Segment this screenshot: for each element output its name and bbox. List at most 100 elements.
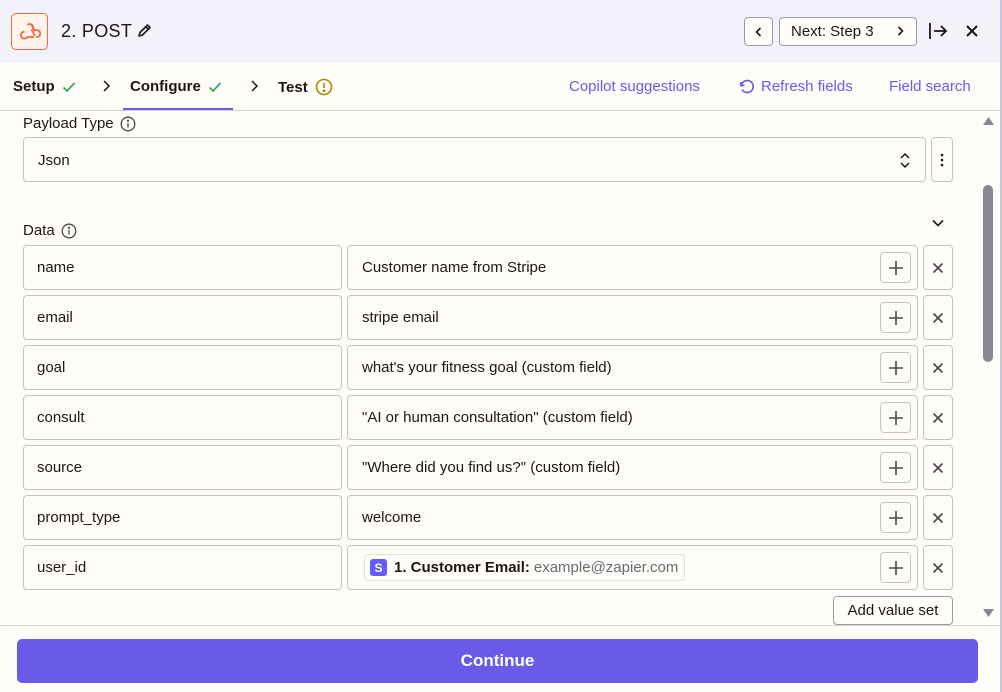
insert-data-button[interactable] — [880, 302, 911, 333]
data-label: Data — [23, 222, 77, 239]
data-key-field[interactable]: source — [23, 445, 342, 490]
payload-type-options-button[interactable] — [931, 137, 953, 182]
remove-row-button[interactable] — [923, 345, 953, 390]
data-value-field[interactable]: welcome — [347, 495, 918, 540]
chevron-right-icon — [251, 80, 259, 92]
data-value-text: stripe email — [362, 309, 439, 326]
continue-button[interactable]: Continue — [17, 639, 978, 683]
checkmark-icon — [62, 81, 75, 92]
collapse-panel-icon[interactable] — [928, 20, 948, 47]
insert-data-button[interactable] — [880, 552, 911, 583]
payload-type-label: Payload Type — [23, 115, 136, 132]
scroll-down-arrow-icon[interactable] — [982, 608, 995, 618]
step-header: 2. POST Next: Step 3 — [0, 0, 1002, 63]
plus-icon — [888, 410, 903, 425]
data-key-field[interactable]: name — [23, 245, 342, 290]
info-icon[interactable] — [120, 116, 136, 132]
add-value-set-label: Add value set — [847, 602, 939, 619]
insert-data-button[interactable] — [880, 352, 911, 383]
insert-data-button[interactable] — [880, 252, 911, 283]
mapped-field-pill[interactable]: S 1. Customer Email: example@zapier.com — [364, 554, 686, 581]
data-value-field[interactable]: S 1. Customer Email: example@zapier.com — [347, 545, 918, 590]
data-key-field[interactable]: consult — [23, 395, 342, 440]
insert-data-button[interactable] — [880, 452, 911, 483]
pencil-icon[interactable] — [136, 23, 152, 44]
scroll-up-arrow-icon[interactable] — [982, 116, 995, 126]
scrollbar-thumb[interactable] — [983, 185, 993, 362]
mapped-field-label: 1. Customer Email: — [394, 559, 530, 576]
close-icon — [932, 462, 944, 473]
data-value-field[interactable]: stripe email — [347, 295, 918, 340]
close-icon — [932, 562, 944, 573]
chevron-right-icon — [103, 80, 111, 92]
data-key-field[interactable]: user_id — [23, 545, 342, 590]
data-key-field[interactable]: prompt_type — [23, 495, 342, 540]
remove-row-button[interactable] — [923, 545, 953, 590]
remove-row-button[interactable] — [923, 395, 953, 440]
tab-test[interactable]: Test — [278, 78, 333, 96]
data-key-text: goal — [37, 359, 66, 376]
next-step-button[interactable]: Next: Step 3 — [779, 17, 917, 46]
payload-type-select[interactable]: Json — [23, 137, 926, 182]
refresh-icon — [740, 79, 755, 94]
add-value-set-button[interactable]: Add value set — [833, 596, 953, 625]
checkmark-icon — [208, 81, 221, 92]
step-title: 2. POST — [61, 21, 133, 41]
close-icon — [932, 412, 944, 423]
remove-row-button[interactable] — [923, 295, 953, 340]
previous-step-button[interactable] — [744, 17, 773, 46]
field-search-link[interactable]: Field search — [889, 78, 971, 95]
insert-data-button[interactable] — [880, 502, 911, 533]
plus-icon — [888, 460, 903, 475]
scrollbar[interactable] — [978, 111, 1000, 625]
insert-data-button[interactable] — [880, 402, 911, 433]
chevron-left-icon — [754, 26, 761, 37]
refresh-fields-button[interactable]: Refresh fields — [738, 78, 853, 95]
tab-setup-label: Setup — [13, 78, 55, 95]
data-value-field[interactable]: what's your fitness goal (custom field) — [347, 345, 918, 390]
info-icon[interactable] — [61, 223, 77, 239]
data-value-text: Customer name from Stripe — [362, 259, 547, 276]
tab-setup[interactable]: Setup — [13, 78, 76, 95]
chevron-down-icon[interactable] — [931, 218, 945, 228]
remove-row-button[interactable] — [923, 245, 953, 290]
step-tabs: Setup Configure Test Copilot suggestions… — [0, 63, 1000, 111]
plus-icon — [888, 310, 903, 325]
data-value-field[interactable]: "AI or human consultation" (custom field… — [347, 395, 918, 440]
data-value-text: "AI or human consultation" (custom field… — [362, 409, 633, 426]
plus-icon — [888, 560, 903, 575]
payload-type-value: Json — [38, 152, 70, 169]
data-key-text: prompt_type — [37, 509, 121, 526]
next-step-label: Next: Step 3 — [791, 23, 874, 40]
data-value-text: what's your fitness goal (custom field) — [362, 359, 612, 376]
data-value-field[interactable]: Customer name from Stripe — [347, 245, 918, 290]
plus-icon — [888, 260, 903, 275]
warning-icon — [315, 78, 333, 96]
data-key-field[interactable]: email — [23, 295, 342, 340]
tab-test-label: Test — [278, 78, 308, 96]
mapped-field-sample: example@zapier.com — [533, 559, 679, 576]
close-icon — [932, 512, 944, 523]
footer: Continue — [0, 625, 1000, 692]
continue-label: Continue — [460, 651, 535, 670]
stripe-app-badge: S — [370, 559, 387, 576]
data-value-text: "Where did you find us?" (custom field) — [362, 459, 621, 476]
copilot-suggestions-label: Copilot suggestions — [569, 78, 700, 95]
remove-row-button[interactable] — [923, 495, 953, 540]
data-key-text: user_id — [37, 559, 87, 576]
data-key-text: consult — [37, 409, 85, 426]
more-vertical-icon — [940, 153, 944, 166]
plus-icon — [888, 510, 903, 525]
payload-type-label-text: Payload Type — [23, 115, 114, 132]
select-updown-icon — [900, 152, 910, 169]
refresh-fields-label: Refresh fields — [761, 78, 853, 95]
data-key-field[interactable]: goal — [23, 345, 342, 390]
close-icon[interactable] — [964, 23, 980, 44]
tab-configure[interactable]: Configure — [130, 78, 222, 95]
data-value-field[interactable]: "Where did you find us?" (custom field) — [347, 445, 918, 490]
chevron-right-icon — [897, 26, 904, 36]
plus-icon — [888, 360, 903, 375]
remove-row-button[interactable] — [923, 445, 953, 490]
field-search-label: Field search — [889, 78, 971, 95]
copilot-suggestions-link[interactable]: Copilot suggestions — [569, 78, 700, 95]
